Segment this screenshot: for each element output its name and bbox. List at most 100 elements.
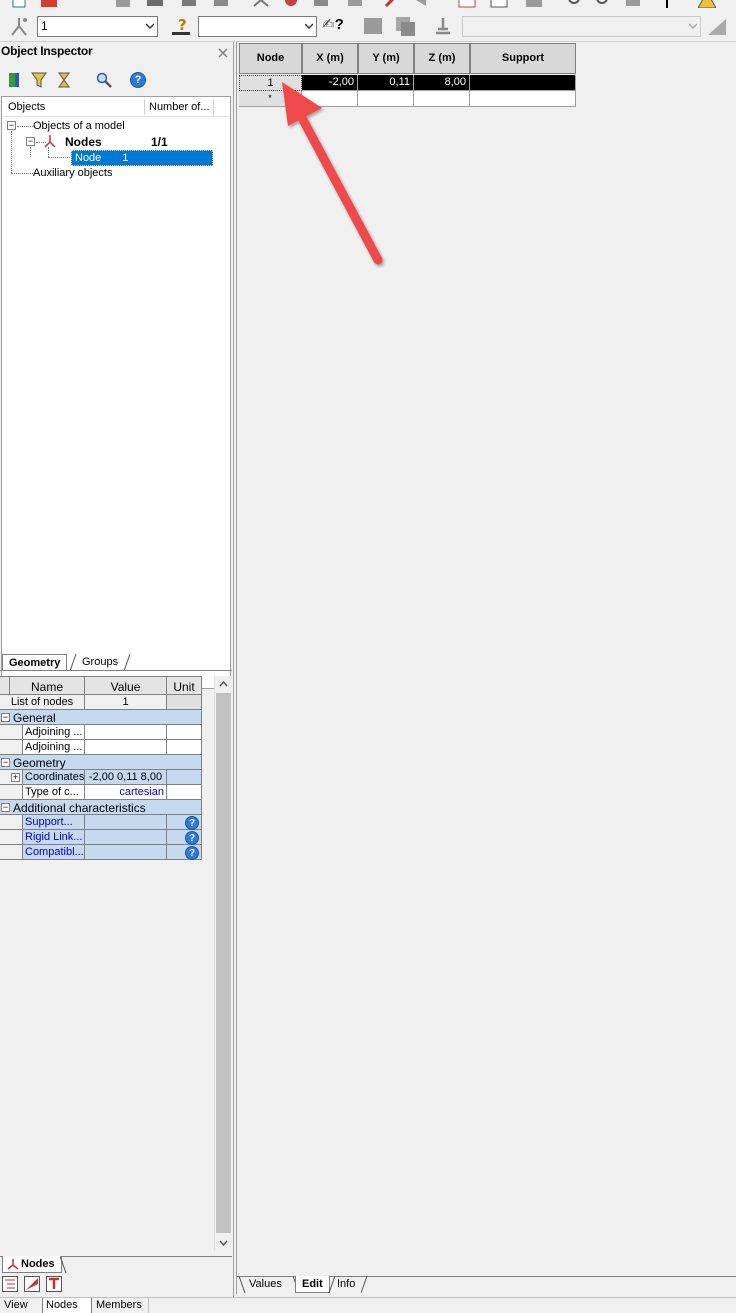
sheet-icon[interactable] [490, 0, 508, 8]
category-additional[interactable]: Additional characteristics [0, 800, 202, 815]
table-icon[interactable] [458, 0, 476, 8]
selection-toolbar: 1 ? ✍? [0, 10, 736, 42]
inspector-toolbar: ? [0, 68, 232, 94]
table-row-z-cell[interactable]: 8,00 [414, 75, 470, 91]
edit-icon[interactable] [384, 0, 402, 8]
zoom-in-icon[interactable] [566, 0, 584, 8]
list-of-nodes-value[interactable]: 1 [85, 695, 167, 710]
paste-icon[interactable] [282, 0, 300, 8]
collapse-icon[interactable]: − [1, 713, 10, 722]
category-general[interactable]: General [0, 710, 202, 725]
section-icon[interactable] [46, 1276, 62, 1292]
help-icon[interactable]: ? [185, 846, 199, 860]
back-icon[interactable] [412, 0, 430, 8]
redo-icon[interactable] [346, 0, 364, 8]
scissors-icon[interactable] [252, 0, 270, 8]
selection-icon[interactable] [6, 72, 22, 88]
help-cursor-icon[interactable]: ✍? [322, 15, 344, 37]
new-document-icon[interactable] [10, 0, 28, 8]
units-icon[interactable] [706, 15, 728, 37]
new-row-support-cell[interactable] [470, 91, 576, 107]
z-column-header[interactable]: Z (m) [414, 43, 470, 74]
table-row-support-cell[interactable] [470, 75, 576, 91]
status-tab-members[interactable]: Members [93, 1298, 149, 1313]
arrow-annotation-icon [282, 82, 383, 265]
undo-icon[interactable] [312, 0, 330, 8]
properties-grid: Name Value Unit List of nodes 1 General … [0, 676, 234, 1251]
nodes-count: 1/1 [151, 135, 168, 149]
open-icon[interactable] [40, 0, 58, 8]
node-number-combo[interactable]: 1 [37, 16, 158, 37]
y-column-header[interactable]: Y (m) [358, 43, 414, 74]
prop-adjoining-2: Adjoining ... [22, 740, 85, 755]
support-icon[interactable] [432, 15, 454, 37]
tab-edit[interactable]: Edit [295, 1276, 330, 1293]
view-icon[interactable] [624, 0, 642, 8]
new-row-z-cell[interactable] [414, 91, 470, 107]
tab-info[interactable]: Info [331, 1276, 361, 1293]
print-icon[interactable] [146, 0, 164, 8]
tab-geometry[interactable]: Geometry [2, 654, 68, 671]
prop-type-value[interactable]: cartesian [85, 785, 167, 800]
help-icon[interactable]: ? [185, 816, 199, 830]
cut-icon[interactable] [180, 0, 198, 8]
properties-scrollbar[interactable] [214, 676, 231, 1251]
case-combo[interactable] [462, 16, 701, 37]
collapse-icon[interactable]: − [1, 803, 10, 812]
tree-item-node-1[interactable]: Node 1 [71, 150, 213, 166]
collapse-icon[interactable]: − [7, 121, 16, 130]
left-bottom-tabs: Nodes [0, 1256, 232, 1274]
warning-icon[interactable] [698, 0, 716, 8]
zoom-out-icon[interactable] [594, 0, 612, 8]
prop-rigid-link[interactable]: Rigid Link... [22, 830, 85, 845]
unit-column-header[interactable]: Unit [167, 676, 202, 695]
prop-support[interactable]: Support... [22, 815, 85, 830]
bar-icon[interactable] [24, 1276, 40, 1292]
tree-view-icon[interactable] [2, 1276, 18, 1292]
tab-groups[interactable]: Groups [76, 654, 124, 671]
copy-icon[interactable] [212, 0, 230, 8]
support-column-header[interactable]: Support [470, 43, 576, 74]
left-mini-toolbar [0, 1274, 232, 1294]
node-column-header[interactable]: Node [239, 43, 302, 74]
tree-item-auxiliary-objects[interactable]: Auxiliary objects [33, 167, 112, 179]
save-icon[interactable] [114, 0, 132, 8]
collapse-icon[interactable]: − [26, 137, 35, 146]
object-inspector-panel: Object Inspector ? Objects Number of... … [0, 42, 234, 1298]
node-item-number: 1 [122, 152, 129, 164]
filter-icon[interactable] [31, 72, 47, 88]
status-tab-nodes[interactable]: Nodes [42, 1298, 92, 1313]
prop-compatible[interactable]: Compatibl... [22, 845, 85, 860]
help-icon[interactable]: ? [185, 831, 199, 845]
node-select-icon[interactable] [8, 15, 30, 37]
category-geometry[interactable]: Geometry [0, 755, 202, 770]
help-icon[interactable]: ? [130, 72, 146, 88]
search-icon[interactable] [96, 72, 112, 88]
objects-column-header[interactable]: Objects [8, 101, 45, 113]
x-column-header[interactable]: X (m) [302, 43, 358, 74]
query-icon[interactable]: ? [170, 15, 192, 37]
tab-values[interactable]: Values [243, 1276, 288, 1293]
tree-item-objects-of-model[interactable]: Objects of a model [33, 120, 125, 132]
collapse-icon[interactable]: − [1, 758, 10, 767]
toolbar-separator [666, 0, 668, 8]
number-column-header[interactable]: Number of... [149, 101, 210, 113]
expand-icon[interactable]: + [11, 773, 20, 782]
tree-item-nodes[interactable]: Nodes [65, 135, 102, 149]
tree-header: Objects Number of... [2, 97, 230, 117]
display-icon[interactable] [362, 15, 384, 37]
close-icon[interactable] [218, 48, 228, 58]
chevron-down-icon[interactable] [219, 1238, 228, 1247]
chevron-up-icon[interactable] [219, 680, 228, 689]
hourglass-icon[interactable] [56, 72, 72, 88]
filter-combo[interactable] [198, 16, 317, 37]
scrollbar-thumb[interactable] [216, 693, 231, 1233]
value-column-header[interactable]: Value [85, 676, 167, 695]
layers-icon[interactable] [394, 15, 416, 37]
calc-icon[interactable] [525, 0, 543, 8]
node-icon [7, 1259, 19, 1270]
name-column-header[interactable]: Name [10, 676, 85, 695]
prop-coordinates-value[interactable]: -2,00 0,11 8,00 [85, 770, 167, 785]
chevron-down-icon [689, 23, 697, 30]
status-tab-view[interactable]: View [1, 1298, 31, 1313]
